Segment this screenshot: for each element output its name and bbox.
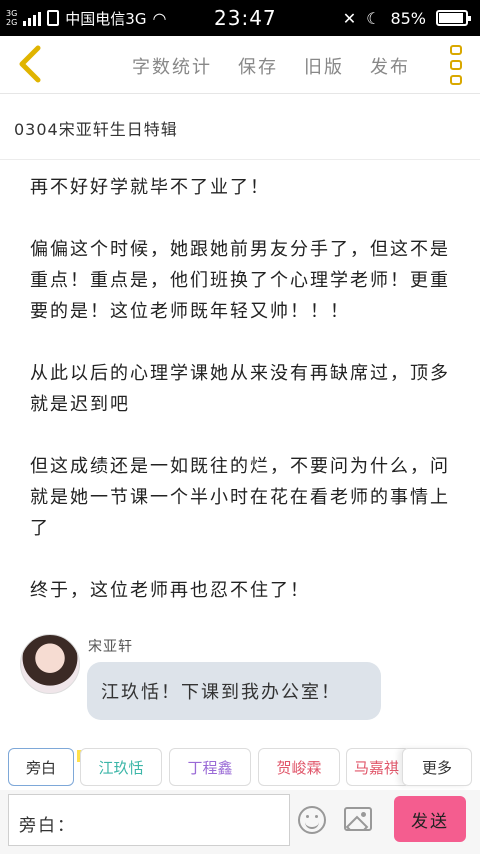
status-time: 23:47 — [214, 6, 277, 30]
character-label: 丁程鑫 — [187, 758, 233, 777]
publish-button[interactable]: 发布 — [370, 53, 410, 79]
save-button[interactable]: 保存 — [238, 53, 278, 79]
signal-icon — [23, 10, 42, 26]
network-type: 3G 2G — [6, 9, 17, 27]
character-chip[interactable]: 江玖恬 — [80, 748, 162, 786]
story-body[interactable]: 再不好好学就毕不了业了！ 偏偏这个时候，她跟她前男友分手了，但这不是重点！重点是… — [30, 172, 450, 637]
avatar[interactable] — [20, 634, 80, 694]
message-input[interactable]: 旁白： — [8, 794, 290, 846]
sim-icon — [47, 10, 60, 26]
carrier-label: 中国电信3G — [65, 9, 147, 28]
send-button[interactable]: 发送 — [394, 796, 466, 842]
word-count-button[interactable]: 字数统计 — [132, 53, 212, 79]
mute-icon: ✕ — [342, 8, 357, 28]
character-label: 贺峻霖 — [276, 758, 322, 777]
network-top-label: 3G — [6, 9, 18, 18]
paragraph: 从此以后的心理学课她从来没有再缺席过，顶多就是迟到吧 — [30, 363, 450, 415]
more-characters-button[interactable]: 更多 — [402, 748, 472, 786]
speaker-name: 宋亚轩 — [88, 639, 133, 655]
character-chip-narrator[interactable]: 旁白 — [8, 748, 74, 786]
character-chip[interactable]: 贺峻霖 — [258, 748, 340, 786]
more-label: 更多 — [421, 758, 452, 777]
old-version-button[interactable]: 旧版 — [304, 53, 344, 79]
character-label: 马嘉祺 — [353, 758, 399, 777]
wifi-icon: ◠ — [152, 8, 167, 28]
battery-percent: 85% — [390, 8, 426, 28]
status-bar: 3G 2G 中国电信3G ◠ 23:47 ✕ ☾ 85% — [0, 0, 480, 36]
paragraph: 偏偏这个时候，她跟她前男友分手了，但这不是重点！重点是，他们班换了个心理学老师！… — [30, 239, 450, 322]
input-bar: 旁白： 发送 — [0, 790, 480, 854]
document-title[interactable]: 0304宋亚轩生日特辑 — [0, 94, 480, 160]
emoji-icon[interactable] — [298, 806, 326, 834]
character-label: 江玖恬 — [98, 758, 144, 777]
character-label: 旁白 — [25, 758, 56, 777]
paragraph: 再不好好学就毕不了业了！ — [30, 177, 270, 198]
more-menu-icon[interactable] — [450, 45, 462, 85]
battery-icon — [436, 10, 471, 26]
network-bottom-label: 2G — [6, 18, 18, 27]
character-chip[interactable]: 丁程鑫 — [169, 748, 251, 786]
paragraph: 终于，这位老师再也忍不住了！ — [30, 580, 310, 601]
message-bubble[interactable]: 江玖恬！下课到我办公室！ — [87, 662, 381, 720]
character-chip[interactable]: 马嘉祺 — [346, 748, 406, 786]
back-arrow-icon[interactable] — [14, 44, 50, 84]
character-selector: 旁白 主 江玖恬 丁程鑫 贺峻霖 马嘉祺 更多 — [0, 742, 480, 790]
editor-toolbar: 字数统计 保存 旧版 发布 — [0, 36, 480, 94]
image-icon[interactable] — [344, 807, 372, 831]
paragraph: 但这成绩还是一如既往的烂，不要问为什么，问就是她一节课一个半小时在花在看老师的事… — [30, 456, 450, 539]
moon-icon: ☾ — [366, 8, 381, 28]
